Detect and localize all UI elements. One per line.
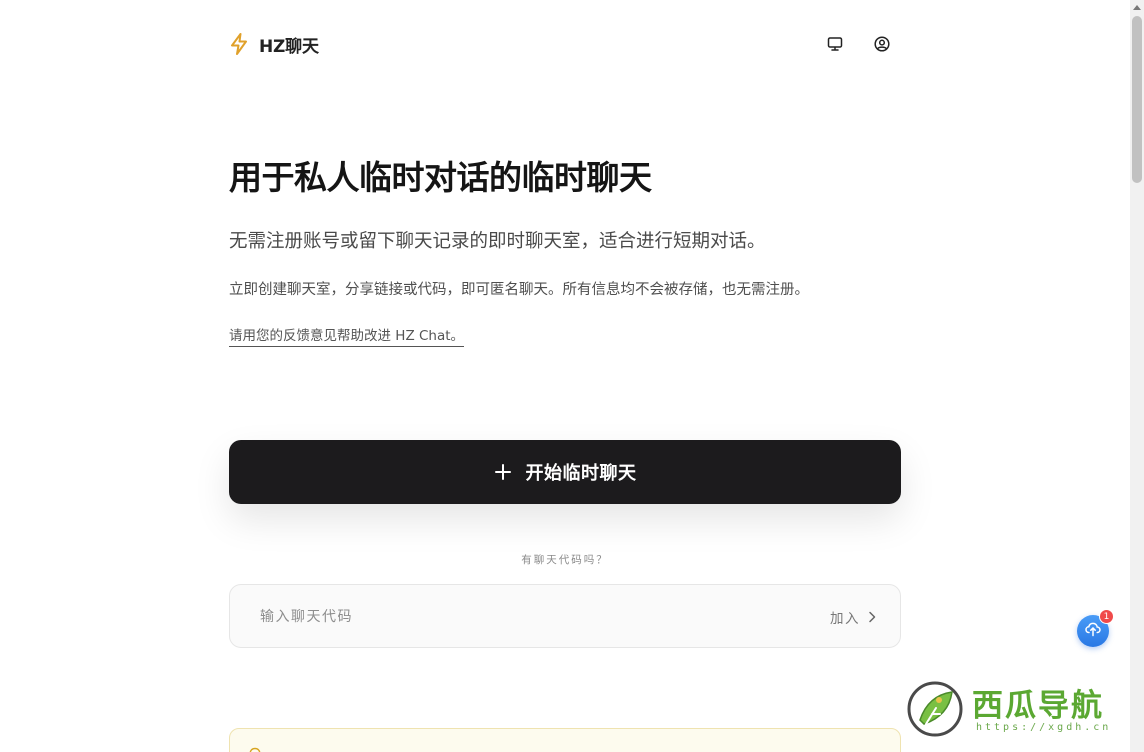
chat-code-box: 加入 — [229, 584, 901, 648]
account-button[interactable] — [870, 32, 894, 56]
chevron-right-icon — [868, 611, 876, 623]
page: HZ聊天 用于私人临时对话的临时聊天 无需注册账号或留下聊天记录的即时聊天室，适… — [0, 0, 1130, 752]
user-circle-icon — [874, 36, 890, 52]
monitor-icon — [827, 36, 843, 52]
scroll-thumb[interactable] — [1132, 16, 1142, 183]
scroll-up-arrow-icon[interactable] — [1130, 0, 1144, 14]
watermark: 西瓜导航 https://xgdh.cn — [906, 678, 1136, 742]
lightning-icon — [229, 33, 249, 55]
chat-code-input[interactable] — [260, 605, 740, 629]
hero-description: 立即创建聊天室，分享链接或代码，即可匿名聊天。所有信息均不会被存储，也无需注册。 — [229, 282, 809, 298]
start-chat-button[interactable]: 开始临时聊天 — [229, 440, 901, 504]
join-label: 加入 — [830, 611, 860, 627]
watermark-text: 西瓜导航 — [972, 688, 1104, 724]
notice-box — [229, 728, 901, 752]
feedback-link[interactable]: 请用您的反馈意见帮助改进 HZ Chat。 — [229, 324, 465, 347]
scrollbar[interactable] — [1130, 0, 1144, 752]
watermark-url: https://xgdh.cn — [976, 722, 1112, 733]
upload-cloud-icon — [1084, 620, 1102, 642]
hero-subtitle: 无需注册账号或留下聊天记录的即时聊天室，适合进行短期对话。 — [229, 231, 766, 252]
lightbulb-icon — [248, 747, 262, 752]
notification-badge: 1 — [1099, 609, 1114, 624]
watermelon-logo-icon — [906, 680, 964, 742]
brand[interactable]: HZ聊天 — [229, 30, 319, 58]
join-button[interactable]: 加入 — [830, 605, 876, 629]
brand-name: HZ聊天 — [259, 36, 319, 57]
chat-code-caption: 有聊天代码吗？ — [521, 554, 609, 566]
start-chat-label: 开始临时聊天 — [525, 463, 637, 484]
plus-icon — [494, 463, 512, 481]
page-title: 用于私人临时对话的临时聊天 — [229, 158, 652, 197]
header: HZ聊天 — [229, 30, 901, 58]
monitor-button[interactable] — [823, 32, 847, 56]
